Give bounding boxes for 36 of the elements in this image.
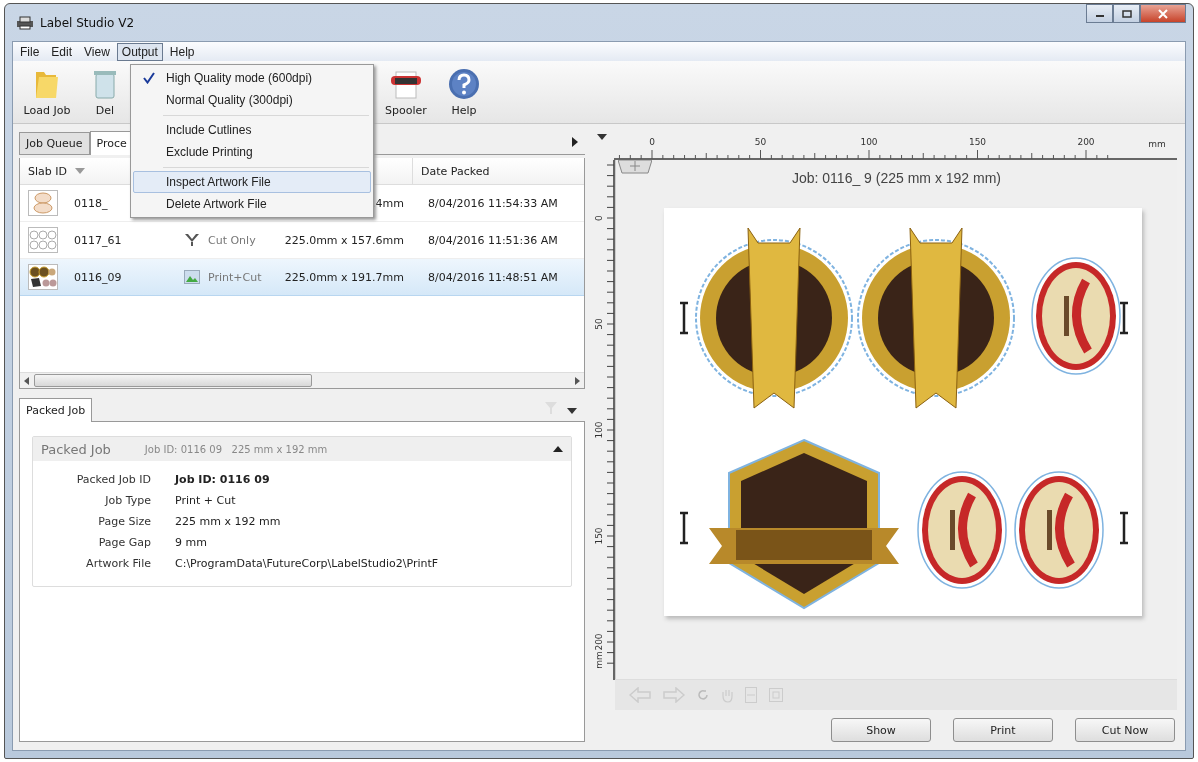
window-title: Label Studio V2 — [40, 15, 135, 30]
ruler-label: 200 — [1077, 137, 1095, 147]
field-value: Print + Cut — [175, 494, 237, 507]
ruler-label: 100 — [860, 137, 878, 147]
ruler-label: 150 — [968, 137, 987, 147]
page-size: 225.0mm x 157.6mm — [283, 233, 404, 247]
field-value: 9 mm — [175, 536, 208, 549]
field-label: Job Type — [103, 494, 151, 507]
field-value: 225 mm x 192 mm — [175, 515, 282, 528]
job-type: Cut Only — [208, 233, 256, 247]
date-packed: 8/04/2016 11:54:33 AM — [427, 196, 559, 210]
ruler-label: 200 — [594, 633, 604, 651]
ruler-label: 50 — [594, 318, 604, 330]
ruler-unit: mm — [1148, 139, 1166, 149]
field-label: Artwork File — [85, 557, 151, 570]
ruler-label: 100 — [594, 421, 604, 439]
preview-title: Job: 0116_ 9 (225 mm x 192 mm) — [791, 170, 1002, 186]
date-packed: 8/04/2016 11:48:51 AM — [427, 270, 559, 284]
page-size: .4mm — [371, 196, 404, 210]
section-title: Packed Job — [41, 441, 111, 457]
field-label: Page Gap — [97, 536, 151, 549]
slab-id: 0116_09 — [74, 270, 123, 284]
page-size: 225.0mm x 191.7mm — [283, 270, 404, 284]
job-type: Print+Cut — [208, 270, 262, 284]
field-label: Packed Job ID — [75, 473, 151, 486]
ruler-label: 0 — [594, 215, 604, 221]
ruler-label: 50 — [754, 137, 767, 147]
ruler-label: 150 — [594, 527, 604, 545]
field-value: C:\ProgramData\FutureCorp\LabelStudio2\PrintF — [175, 557, 440, 570]
ruler-unit: mm — [594, 651, 604, 669]
field-value: Job ID: 0116 09 — [175, 473, 271, 486]
section-subtitle: Job ID: 0116 09 225 mm x 192 mm — [144, 443, 328, 455]
field-label: Page Size — [97, 515, 151, 528]
date-packed: 8/04/2016 11:51:36 AM — [427, 233, 559, 247]
slab-id: 0117_61 — [74, 233, 123, 247]
ruler-label: 0 — [649, 137, 655, 147]
